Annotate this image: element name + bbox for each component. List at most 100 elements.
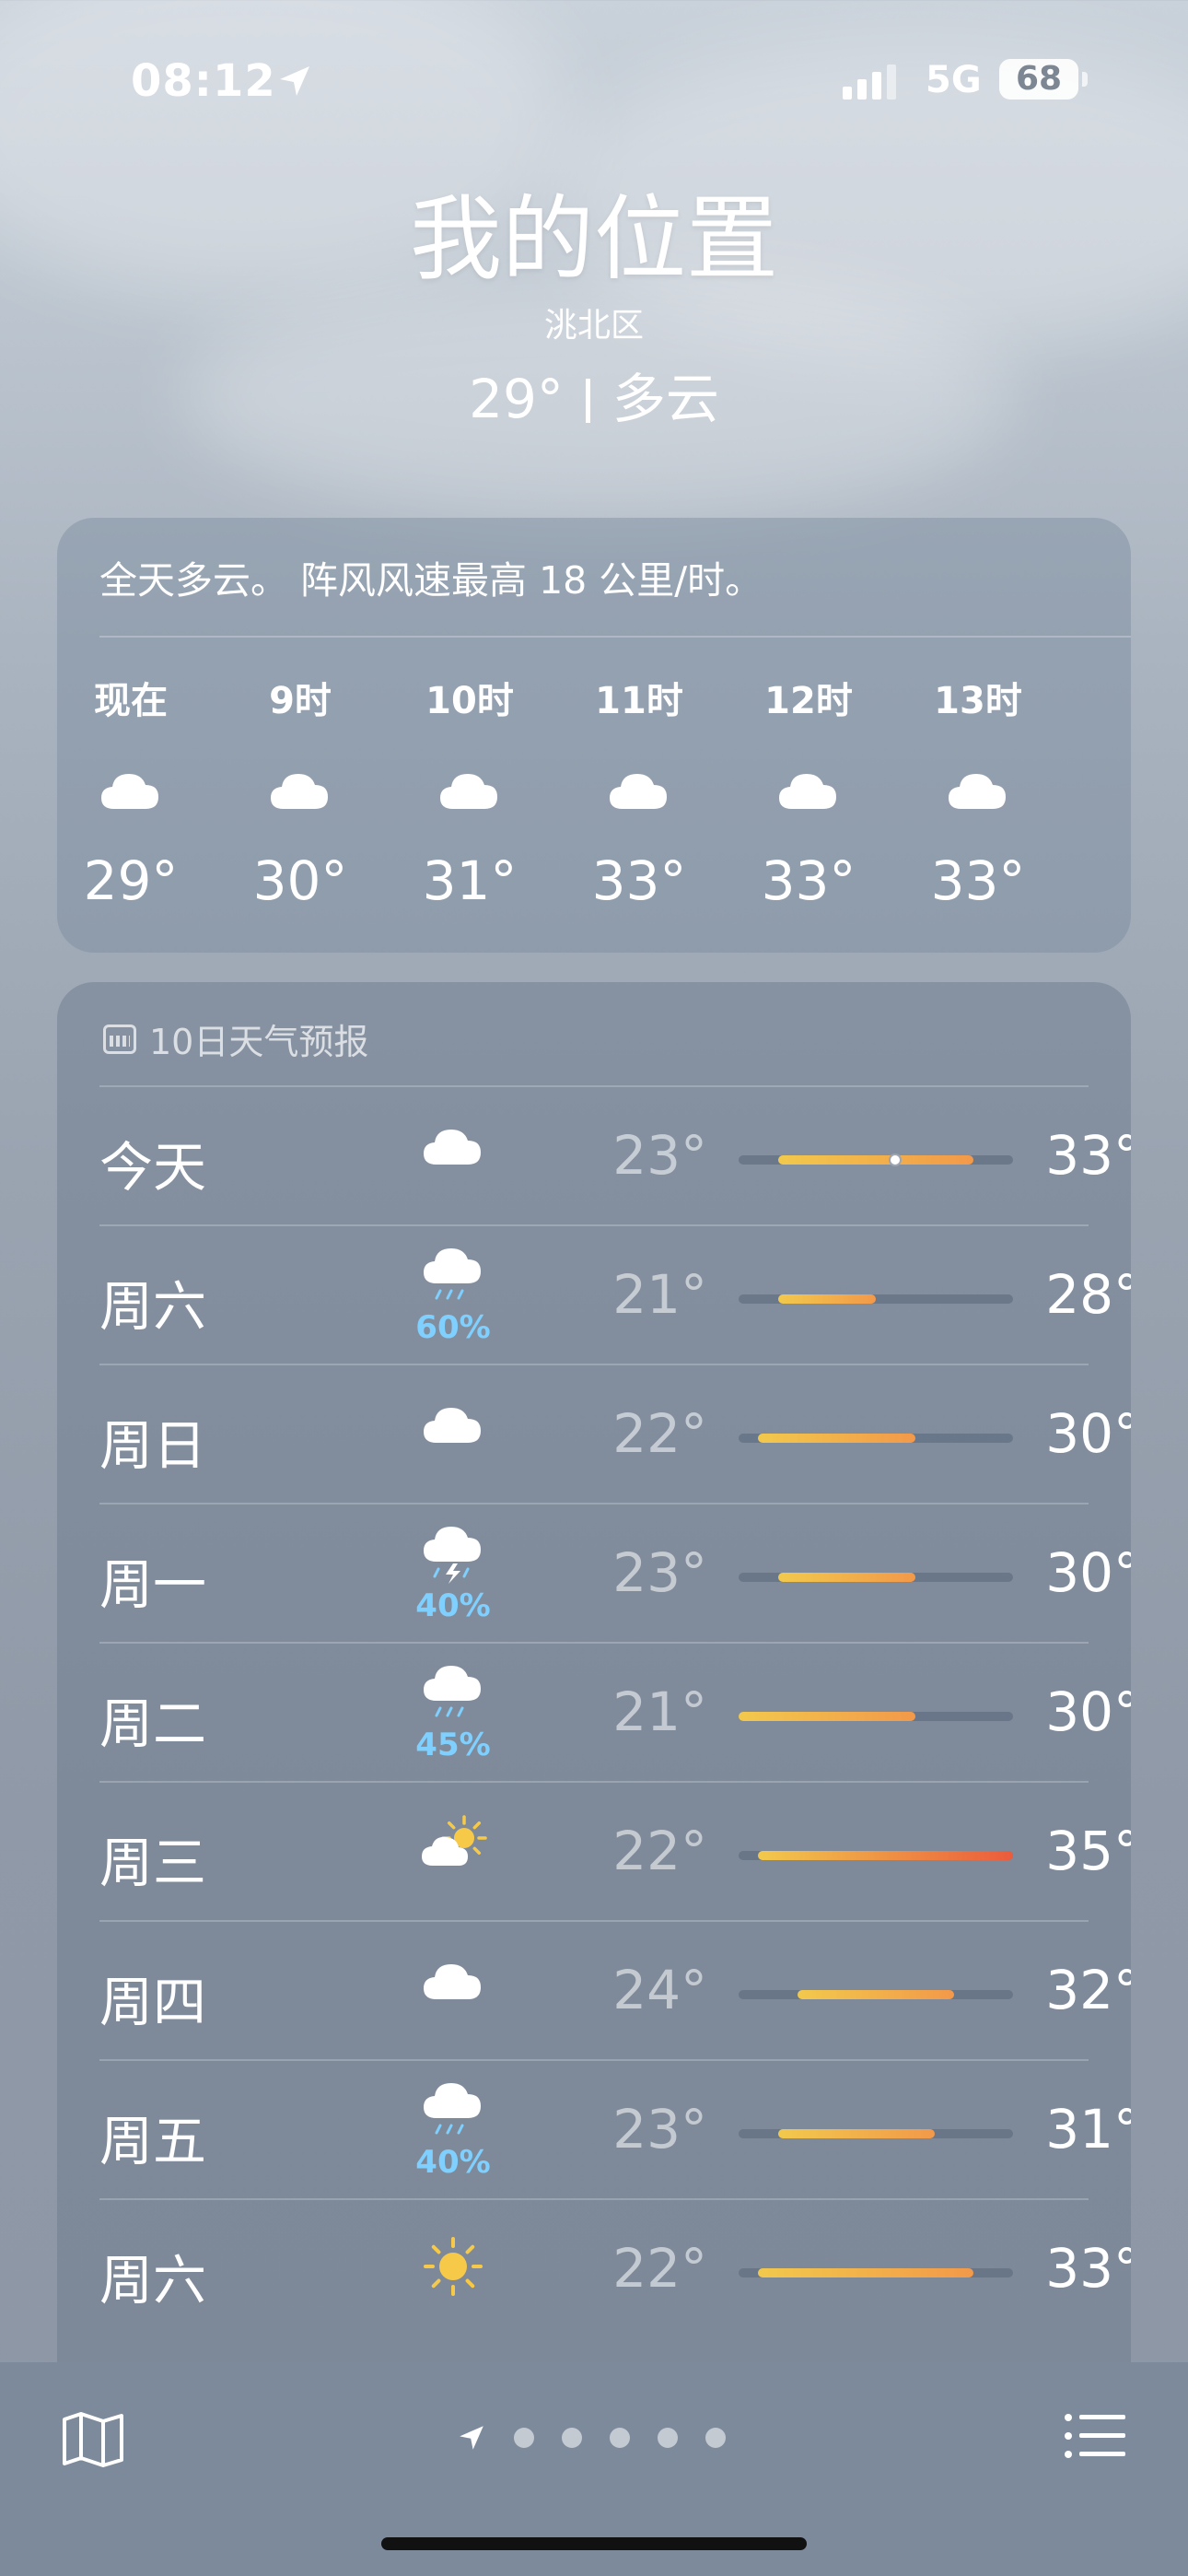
day-label: 今天 <box>99 1136 207 1199</box>
cloud-icon <box>424 1130 481 1165</box>
low-temp: 23° <box>612 1541 707 1604</box>
hourly-item: 9时 30° <box>217 671 383 912</box>
page-dot[interactable] <box>562 2428 582 2448</box>
precip-chance: 45% <box>415 1727 491 1763</box>
row-divider <box>99 1920 1089 1922</box>
row-divider <box>99 1642 1089 1644</box>
temp-range-bar <box>739 1851 1013 1860</box>
cloud-icon <box>610 774 667 809</box>
day-label: 周六 <box>99 2249 207 2312</box>
hour-label: 11时 <box>595 680 683 722</box>
day-icon-wrap <box>407 1953 499 2031</box>
current-condition: 多云 <box>611 368 719 430</box>
separator <box>585 379 590 423</box>
cloud-icon <box>949 774 1006 809</box>
current-temp: 29° <box>469 368 564 430</box>
cloud-rain-icon <box>424 2083 481 2135</box>
hour-temp: 31° <box>422 849 518 912</box>
page-indicator[interactable] <box>457 2423 726 2453</box>
map-icon[interactable] <box>61 2410 125 2469</box>
hour-icon-wrap <box>387 763 553 827</box>
day-icon-wrap <box>407 1814 499 1891</box>
forecast-day-row[interactable]: 周六 60% 21° 28° <box>99 1224 1131 1363</box>
location-arrow-icon <box>280 66 309 96</box>
cloud-icon <box>424 1408 481 1443</box>
status-bar: 08:12 5G 68 <box>0 55 1188 120</box>
day-icon-wrap <box>407 2072 499 2149</box>
forecast-day-row[interactable]: 周日 22° 30° <box>99 1364 1131 1502</box>
day-icon-wrap <box>407 1655 499 1732</box>
forecast-day-row[interactable]: 今天 23° 33° <box>99 1085 1131 1224</box>
high-temp: 31° <box>1045 2098 1131 2160</box>
temp-range-bar <box>739 2268 1013 2277</box>
hour-temp: 29° <box>83 849 179 912</box>
hour-temp: 33° <box>761 849 856 912</box>
hour-icon-wrap <box>217 763 383 827</box>
hour-temp: 30° <box>252 849 348 912</box>
cloud-icon <box>101 774 158 809</box>
cloud-icon <box>779 774 836 809</box>
cloud-icon <box>424 1964 481 1999</box>
temp-range-fill <box>758 2268 974 2277</box>
status-time: 08:12 <box>131 55 276 107</box>
day-label: 周五 <box>99 2110 207 2172</box>
row-divider <box>99 1224 1089 1226</box>
cloud-rain-icon <box>424 1248 481 1300</box>
location-district: 洮北区 <box>543 307 644 345</box>
hourly-forecast-card[interactable]: 全天多云。 阵风风速最高 18 公里/时。 现在 29° 9时 30° 10时 31… <box>57 518 1131 953</box>
temp-range-fill <box>777 1294 876 1304</box>
row-divider <box>99 1503 1089 1505</box>
hourly-item: 10时 31° <box>387 671 553 912</box>
forecast-day-row[interactable]: 周一 40% 23° 30° <box>99 1503 1131 1641</box>
high-temp: 30° <box>1045 1680 1131 1743</box>
low-temp: 23° <box>612 1124 707 1187</box>
page-dot[interactable] <box>610 2428 630 2448</box>
list-icon[interactable] <box>1063 2410 1127 2462</box>
day-label: 周四 <box>99 1971 207 2033</box>
temp-range-bar <box>739 2129 1013 2138</box>
hour-label: 13时 <box>934 680 1022 722</box>
sun-icon <box>424 2237 483 2296</box>
forecast-day-row[interactable]: 周六 22° 33° <box>99 2198 1131 2336</box>
home-indicator[interactable] <box>381 2537 807 2550</box>
temp-range-fill <box>758 1851 1013 1860</box>
high-temp: 33° <box>1045 1124 1131 1187</box>
low-temp: 21° <box>612 1680 707 1743</box>
day-icon-wrap <box>407 1118 499 1196</box>
divider <box>99 636 1131 638</box>
location-title: 我的位置 <box>410 185 778 293</box>
forecast-day-row[interactable]: 周三 22° 35° <box>99 1781 1131 1919</box>
hour-label: 10时 <box>425 680 514 722</box>
low-temp: 22° <box>612 1402 707 1465</box>
temp-range-bar <box>739 1153 1013 1166</box>
temp-range-bar <box>739 1573 1013 1582</box>
temp-range-bar <box>739 1294 1013 1304</box>
high-temp: 35° <box>1045 1820 1131 1882</box>
row-divider <box>99 1085 1089 1087</box>
low-temp: 21° <box>612 1263 707 1326</box>
forecast-day-row[interactable]: 周四 24° 32° <box>99 1920 1131 2058</box>
temp-range-bar <box>739 1712 1013 1721</box>
hour-temp: 33° <box>930 849 1026 912</box>
precip-chance: 40% <box>415 1587 491 1624</box>
day-icon-wrap <box>407 2231 499 2309</box>
forecast-day-row[interactable]: 周二 45% 21° 30° <box>99 1642 1131 1780</box>
signal-icon <box>843 64 896 100</box>
cloud-thunder-icon <box>424 1527 481 1584</box>
page-dot[interactable] <box>658 2428 678 2448</box>
battery-icon: 68 <box>999 59 1078 100</box>
low-temp: 23° <box>612 2098 707 2160</box>
high-temp: 28° <box>1045 1263 1131 1326</box>
temp-range-fill <box>777 2129 935 2138</box>
hourly-item: 13时 33° <box>895 671 1061 912</box>
temp-range-fill <box>758 1434 915 1443</box>
high-temp: 33° <box>1045 2237 1131 2300</box>
page-dot[interactable] <box>514 2428 534 2448</box>
hour-label: 现在 <box>94 680 168 722</box>
cloud-rain-icon <box>424 1666 481 1717</box>
day-label: 周二 <box>99 1692 207 1755</box>
forecast-day-row[interactable]: 周五 40% 23° 31° <box>99 2059 1131 2197</box>
temp-range-fill <box>777 1573 915 1582</box>
daily-forecast-card[interactable]: 10日天气预报 今天 23° 33° 周六 60% 21° 28° 周日 22°… <box>57 982 1131 2576</box>
page-dot[interactable] <box>705 2428 726 2448</box>
